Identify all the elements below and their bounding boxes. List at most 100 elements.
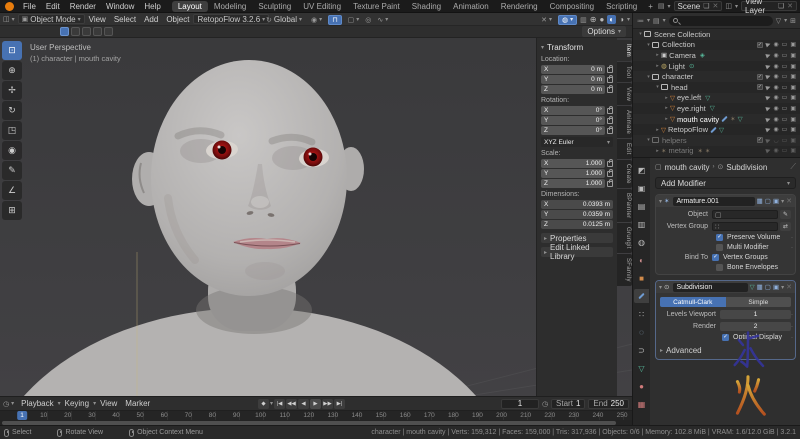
edit-linked-library-collapsed[interactable]: ▸Edit Linked Library <box>541 247 613 257</box>
preserve-volume-checkbox[interactable]: ✓ <box>716 234 723 241</box>
menu-keying[interactable]: Keying <box>61 399 93 408</box>
new-scene-icon[interactable]: ❏ <box>703 2 709 10</box>
editor-type-icon[interactable]: ◫ <box>3 15 10 23</box>
tab-grungit[interactable]: Grungit <box>617 223 632 253</box>
select-mode-set-button[interactable] <box>60 27 69 36</box>
disable-viewport-icon[interactable]: ▭ <box>782 52 788 59</box>
disable-viewport-icon[interactable]: ▭ <box>782 41 788 48</box>
workspace-tab-compositing[interactable]: Compositing <box>544 1 600 12</box>
disclosure-icon[interactable]: ▾ <box>654 84 661 90</box>
scale-tool[interactable]: ◳ <box>2 121 22 140</box>
jump-to-start-button[interactable]: |◀ <box>274 399 285 409</box>
select-mode-extend-button[interactable] <box>71 27 80 36</box>
hide-eye-icon[interactable]: ◉ <box>773 116 778 123</box>
collapse-chevron[interactable]: ▾ <box>659 198 662 205</box>
annotate-tool[interactable]: ✎ <box>2 161 22 180</box>
menu-edit[interactable]: Edit <box>41 2 65 11</box>
tab-particles-icon[interactable]: ∷ <box>634 307 649 321</box>
modifier-name-field[interactable]: Subdivision <box>673 283 747 292</box>
dimensions-x-field[interactable]: X0.0393 m <box>541 200 613 209</box>
breadcrumb-object[interactable]: mouth cavity <box>665 163 710 172</box>
pin-icon[interactable]: ⟋ <box>790 162 796 172</box>
menu-playback[interactable]: Playback <box>17 399 57 408</box>
tab-viewlayer-icon[interactable]: ▥ <box>634 217 649 231</box>
tab-tool-icon[interactable]: ◩ <box>634 163 649 177</box>
tab-scene-icon[interactable]: ◍ <box>634 235 649 249</box>
armature-object-field[interactable]: ▢ <box>712 210 778 219</box>
proportional-edit-toggle[interactable]: ◎ <box>365 16 371 24</box>
tab-render-icon[interactable]: ▣ <box>634 181 649 195</box>
play-button[interactable]: ▶ <box>310 399 321 409</box>
browse-scene-icon[interactable]: ▤ <box>658 2 665 10</box>
disable-viewport-icon[interactable]: ▭ <box>782 137 788 144</box>
add-modifier-dropdown[interactable]: Add Modifier ▾ <box>655 177 796 189</box>
exclude-checkbox[interactable]: ✓ <box>757 137 763 143</box>
rotation-x-field[interactable]: X0° <box>541 106 605 115</box>
subdivision-modifier-header[interactable]: ▾ ⊙ Subdivision ▽ ▦ ▢ ▣ ▾ ✕ <box>656 281 795 293</box>
cursor-tool[interactable]: ⊕ <box>2 61 22 80</box>
disclosure-icon[interactable]: ▸ <box>654 127 661 133</box>
new-viewlayer-icon[interactable]: ❏ <box>778 2 784 10</box>
disclosure-icon[interactable]: ▾ <box>645 137 652 143</box>
move-tool[interactable]: ✢ <box>2 81 22 100</box>
outliner-row-metarig[interactable]: ▸✶metarig✶✶ ▶◉▭▣ <box>633 146 800 157</box>
disable-viewport-icon[interactable]: ▭ <box>782 84 788 91</box>
exclude-checkbox[interactable]: ✓ <box>757 74 763 80</box>
select-mode-intersect-button[interactable] <box>104 27 113 36</box>
disclosure-icon[interactable]: ▾ <box>637 31 644 37</box>
selectable-icon[interactable]: ▶ <box>765 147 772 155</box>
blender-logo-icon[interactable] <box>5 2 14 11</box>
add-workspace-button[interactable]: + <box>643 2 658 11</box>
armature-modifier-header[interactable]: ▾ ✶ Armature.001 ▦ ▢ ▣ ▾ ✕ <box>656 195 795 207</box>
prev-keyframe-button[interactable]: ◀◀ <box>286 399 297 409</box>
menu-add[interactable]: Add <box>140 15 162 24</box>
selectable-icon[interactable]: ▶ <box>765 41 772 49</box>
outliner-row-helpers[interactable]: ▾helpers ✓▶◡▭▣ <box>633 135 800 146</box>
lock-icon[interactable] <box>607 77 613 83</box>
tab-modifiers-icon[interactable] <box>634 289 649 303</box>
eyedropper-icon[interactable]: ✎ <box>780 210 791 219</box>
disable-render-icon[interactable]: ▣ <box>790 126 796 133</box>
rotate-tool[interactable]: ↻ <box>2 101 22 120</box>
workspace-tab-uv-editing[interactable]: UV Editing <box>297 1 347 12</box>
snap-settings-dropdown[interactable]: ▢▾ <box>345 16 363 24</box>
tab-data-icon[interactable]: ▽ <box>634 361 649 375</box>
disclosure-icon[interactable]: ▸ <box>654 52 661 58</box>
current-frame-field[interactable]: 1 <box>501 399 539 409</box>
animate-dot[interactable]: · <box>791 235 793 241</box>
shading-material-button[interactable]: ◐ <box>607 15 616 24</box>
disable-viewport-icon[interactable]: ▭ <box>782 147 788 154</box>
menu-tl-view[interactable]: View <box>96 399 121 408</box>
workspace-tab-modeling[interactable]: Modeling <box>208 1 252 12</box>
lock-icon[interactable] <box>607 108 613 114</box>
tab-create[interactable]: Create <box>617 160 632 188</box>
disable-viewport-icon[interactable]: ▭ <box>782 116 788 123</box>
selectable-icon[interactable]: ▶ <box>765 104 772 112</box>
selectable-icon[interactable]: ▶ <box>765 51 772 59</box>
vertex-group-field[interactable]: ∷ <box>712 222 778 231</box>
disable-render-icon[interactable]: ▣ <box>790 105 796 112</box>
outliner-row-eye-right[interactable]: ▸▽eye.right▽ ▶◉▭▣ <box>633 103 800 114</box>
overlays-toggle[interactable]: ◍▾ <box>558 15 577 25</box>
disclosure-icon[interactable]: ▸ <box>663 116 670 122</box>
workspace-tab-rendering[interactable]: Rendering <box>495 1 544 12</box>
outliner-row-eye-left[interactable]: ▸▽eye.left▽ ▶◉▭▣ <box>633 93 800 104</box>
invert-vertex-group-icon[interactable]: ⇄ <box>780 222 791 231</box>
menu-file[interactable]: File <box>18 2 41 11</box>
dimensions-y-field[interactable]: Y0.0359 m <box>541 210 613 219</box>
select-mode-invert-button[interactable] <box>93 27 102 36</box>
outliner-row-mouth-cavity[interactable]: ▸▽mouth cavity✶▽ ▶◉▭▣ <box>633 114 800 125</box>
disable-render-icon[interactable]: ▣ <box>790 63 796 70</box>
tab-material-icon[interactable]: ● <box>634 379 649 393</box>
outliner-row-collection[interactable]: ▾Collection ✓▶◉▭▣ <box>633 40 800 51</box>
disable-render-icon[interactable]: ▣ <box>790 147 796 154</box>
animate-dot[interactable]: · <box>791 312 793 318</box>
selectable-icon[interactable]: ▶ <box>765 115 772 123</box>
menu-render[interactable]: Render <box>65 2 101 11</box>
start-frame-field[interactable]: Start1 <box>551 399 585 409</box>
render-toggle[interactable]: ▣ <box>773 197 779 205</box>
auto-keyframe-button[interactable]: ◆ <box>258 399 269 409</box>
scale-x-field[interactable]: X1.000 <box>541 159 605 168</box>
show-gizmos-dropdown[interactable]: ✕▾ <box>538 16 555 24</box>
selectable-icon[interactable]: ▶ <box>765 94 772 102</box>
